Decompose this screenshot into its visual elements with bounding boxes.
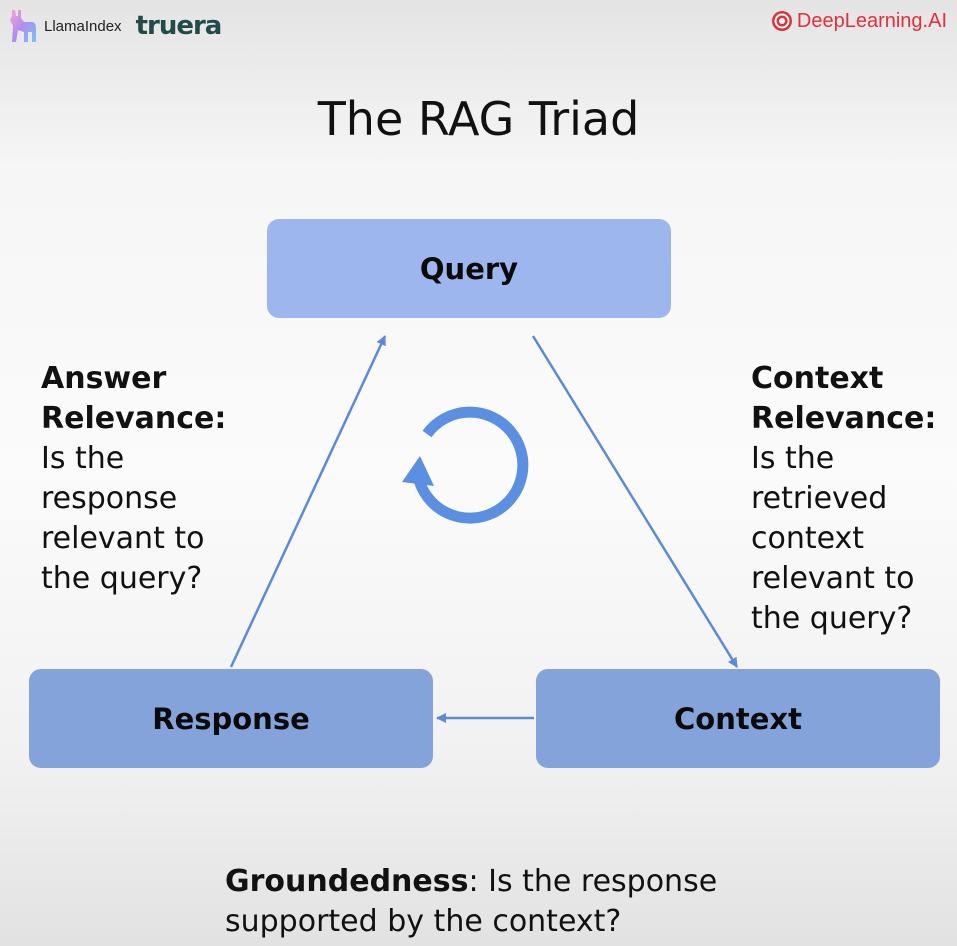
truera-logo-text: truera [135,11,223,41]
groundedness-line-1: Groundedness: Is the response [225,862,865,902]
context-relevance-label: Context Relevance: Is the retrieved cont… [751,359,951,639]
answer-relevance-heading-1: Answer [41,361,167,396]
groundedness-label: Groundedness: Is the response supported … [225,862,865,942]
query-node: Query [267,219,671,318]
answer-relevance-heading-2: Relevance: [41,401,227,436]
diagram-title: The RAG Triad [317,92,640,146]
context-relevance-line: Is the [751,441,835,476]
deeplearning-logo: DeepLearning.AI [771,8,947,34]
context-relevance-heading-1: Context [751,361,884,396]
llama-icon [10,10,36,42]
answer-relevance-line: relevant to [41,521,205,556]
groundedness-line-1-rest: : Is the response [468,864,718,899]
response-node: Response [29,669,433,768]
answer-relevance-line: Is the [41,441,125,476]
context-relevance-line: the query? [751,601,913,636]
llamaindex-logo-text: LlamaIndex [44,17,122,35]
context-relevance-line: retrieved [751,481,888,516]
cycle-icon [402,406,529,524]
context-relevance-line: relevant to [751,561,915,596]
sponsor-logos: LlamaIndex truera [6,8,223,44]
answer-relevance-label: Answer Relevance: Is the response releva… [41,359,261,599]
groundedness-heading: Groundedness [225,864,469,899]
arrow-query-to-context [531,335,739,668]
answer-relevance-line: response [41,481,178,516]
context-node: Context [536,669,940,768]
groundedness-line-2: supported by the context? [225,904,622,939]
context-relevance-heading-2: Relevance: [751,401,937,436]
deeplearning-icon [771,11,792,31]
context-relevance-line: context [751,521,865,556]
answer-relevance-line: the query? [41,561,203,596]
deeplearning-logo-text: DeepLearning.AI [796,9,947,32]
